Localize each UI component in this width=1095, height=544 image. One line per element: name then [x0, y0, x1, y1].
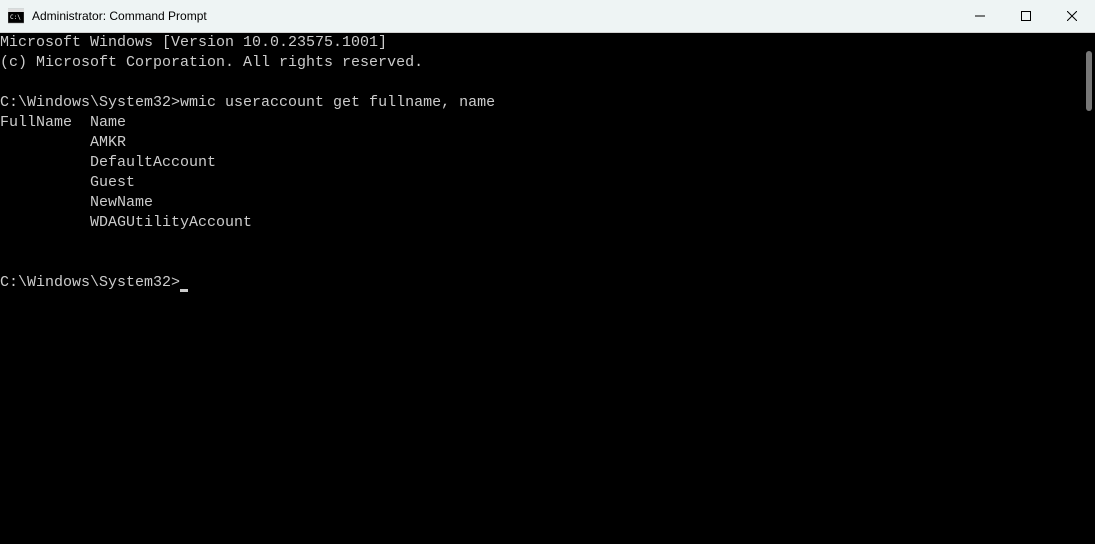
banner-line: (c) Microsoft Corporation. All rights re…: [0, 54, 423, 71]
minimize-button[interactable]: [957, 0, 1003, 32]
scrollbar-thumb[interactable]: [1086, 51, 1092, 111]
prompt-path: C:\Windows\System32>: [0, 94, 180, 111]
maximize-button[interactable]: [1003, 0, 1049, 32]
output-row: WDAGUtilityAccount: [0, 214, 252, 231]
terminal-area[interactable]: Microsoft Windows [Version 10.0.23575.10…: [0, 33, 1095, 544]
window-title: Administrator: Command Prompt: [32, 9, 957, 23]
svg-text:C:\: C:\: [10, 14, 21, 21]
prompt-path: C:\Windows\System32>: [0, 274, 180, 291]
output-row: Guest: [0, 174, 135, 191]
window-controls: [957, 0, 1095, 32]
titlebar: C:\ Administrator: Command Prompt: [0, 0, 1095, 33]
command-text: wmic useraccount get fullname, name: [180, 94, 495, 111]
terminal-cursor: [180, 289, 188, 292]
close-button[interactable]: [1049, 0, 1095, 32]
banner-line: Microsoft Windows [Version 10.0.23575.10…: [0, 34, 387, 51]
command-prompt-icon: C:\: [8, 8, 24, 24]
command-prompt-window: C:\ Administrator: Command Prompt Micros…: [0, 0, 1095, 544]
output-header: FullName Name: [0, 114, 126, 131]
terminal-output: Microsoft Windows [Version 10.0.23575.10…: [0, 33, 1095, 293]
output-row: DefaultAccount: [0, 154, 216, 171]
output-row: NewName: [0, 194, 153, 211]
scrollbar-track[interactable]: [1079, 33, 1095, 544]
output-row: AMKR: [0, 134, 126, 151]
